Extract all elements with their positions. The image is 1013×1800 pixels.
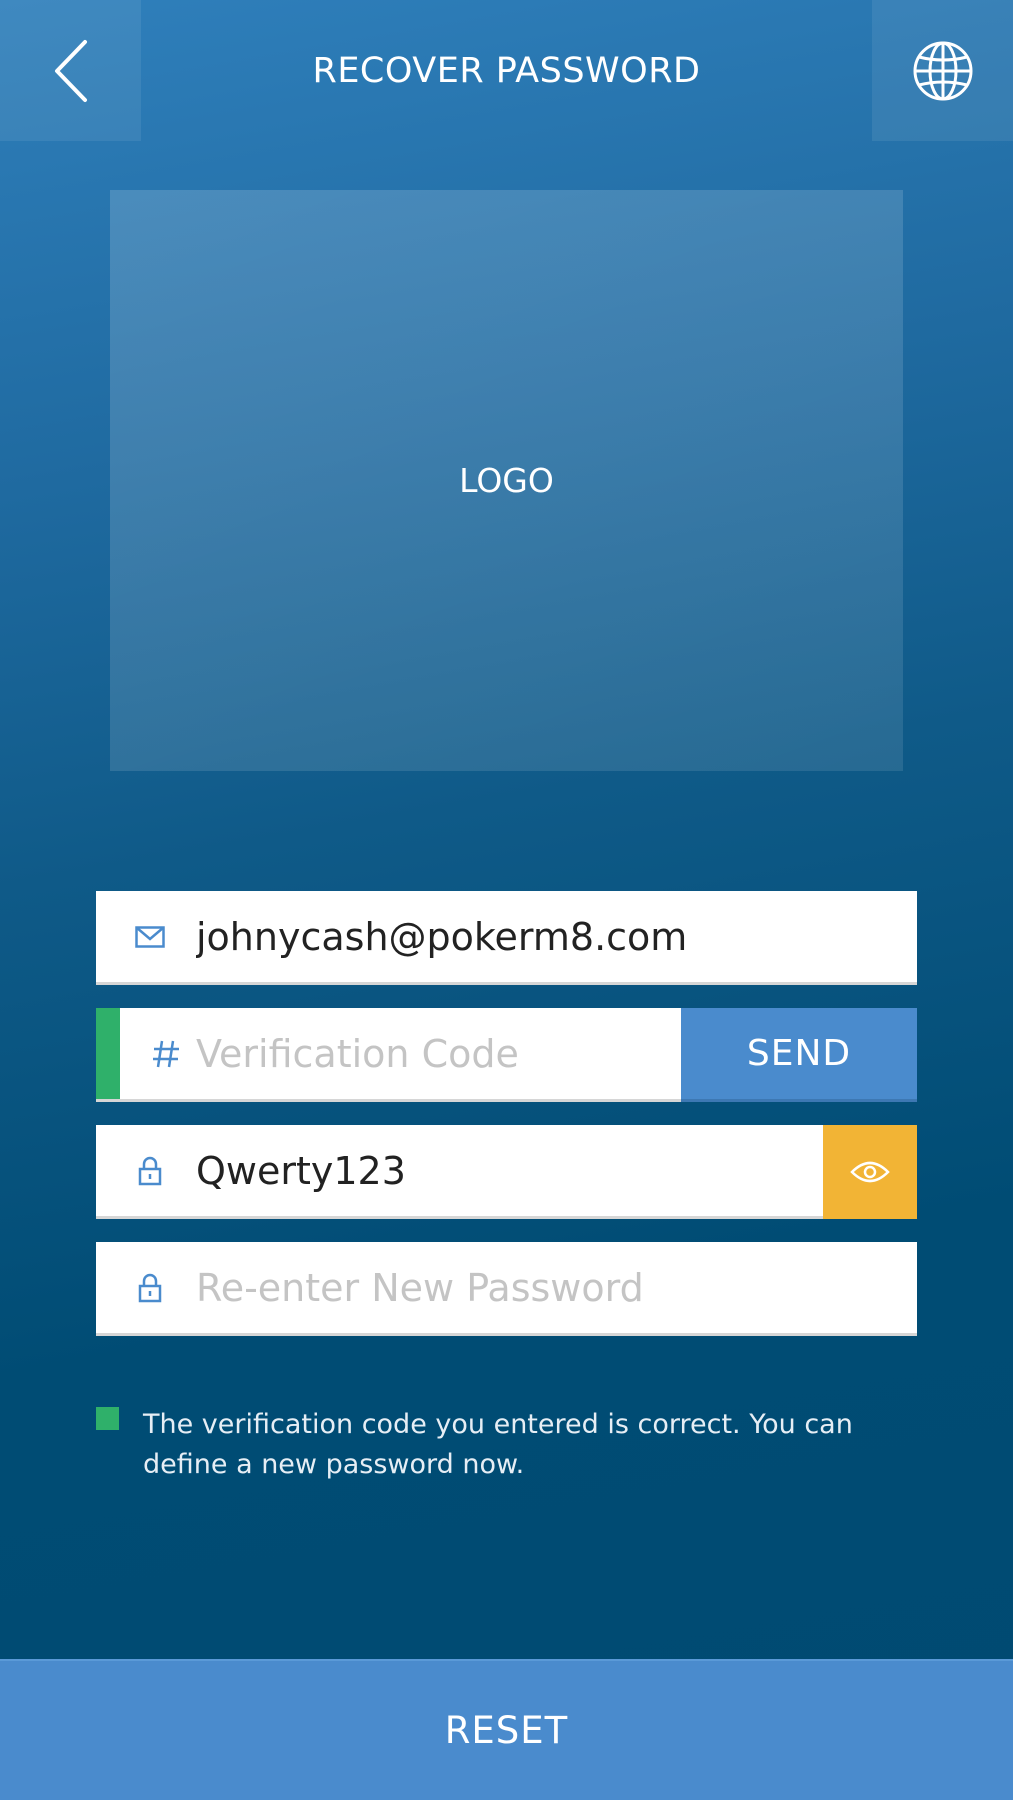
confirm-password-input[interactable]: Re-enter New Password	[196, 1266, 644, 1310]
logo-placeholder: LOGO	[110, 190, 903, 771]
page-title: RECOVER PASSWORD	[312, 50, 701, 91]
envelope-icon	[96, 891, 196, 982]
chevron-left-icon	[54, 39, 87, 102]
verification-code-field[interactable]: Verification Code SEND	[96, 1008, 917, 1102]
email-field[interactable]: johnycash@pokerm8.com	[96, 891, 917, 985]
globe-icon	[913, 41, 972, 100]
language-button[interactable]	[872, 0, 1013, 141]
email-value: johnycash@pokerm8.com	[196, 914, 688, 959]
status-text: The verification code you entered is cor…	[143, 1409, 853, 1480]
header-bar: RECOVER PASSWORD	[0, 0, 1013, 141]
back-button[interactable]	[0, 0, 141, 141]
new-password-value: Qwerty123	[196, 1148, 406, 1193]
verified-indicator-bar	[96, 1008, 120, 1099]
confirm-password-field[interactable]: Re-enter New Password	[96, 1242, 917, 1336]
send-code-button[interactable]: SEND	[681, 1008, 917, 1102]
logo-label: LOGO	[459, 461, 554, 500]
lock-icon	[96, 1242, 196, 1333]
verification-code-input[interactable]: Verification Code	[196, 1032, 519, 1076]
eye-icon	[850, 1161, 890, 1183]
success-indicator-icon	[96, 1407, 119, 1430]
lock-icon	[96, 1125, 196, 1216]
show-password-toggle[interactable]	[823, 1125, 917, 1219]
reset-button[interactable]: RESET	[0, 1659, 1013, 1800]
new-password-field[interactable]: Qwerty123	[96, 1125, 917, 1219]
